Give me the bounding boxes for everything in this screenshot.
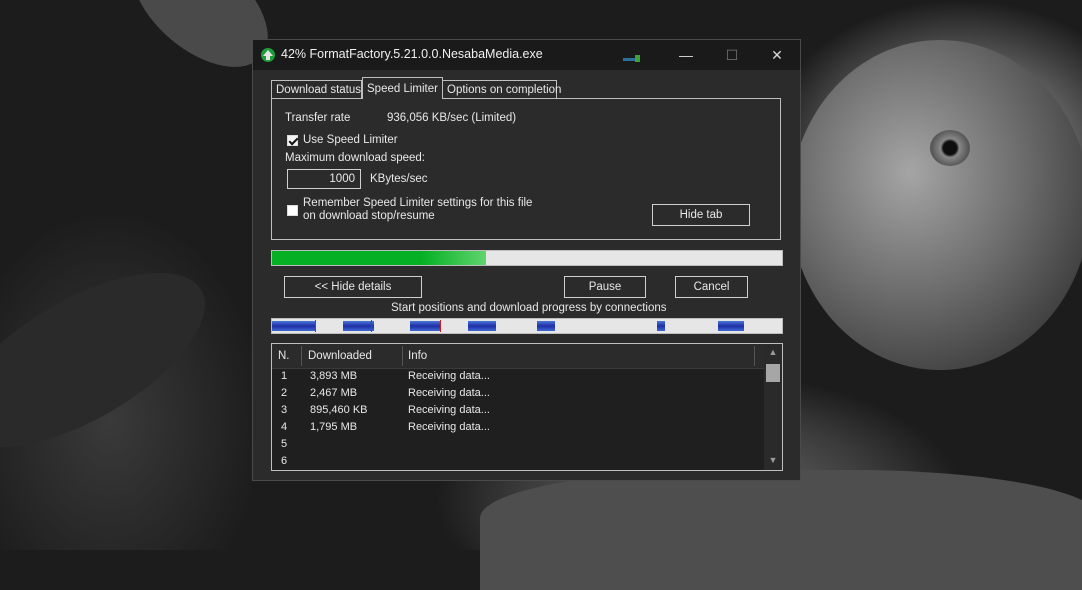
connection-segment (718, 321, 744, 331)
connection-marker (371, 320, 373, 332)
max-speed-label: Maximum download speed: (285, 152, 425, 164)
row-info: Receiving data... (408, 421, 490, 433)
max-speed-unit: KBytes/sec (370, 173, 428, 185)
connections-title: Start positions and download progress by… (391, 302, 667, 314)
tab-download-status[interactable]: Download status (271, 80, 362, 98)
row-number: 4 (281, 421, 288, 433)
row-number: 3 (281, 404, 288, 416)
list-item[interactable]: 1 3,893 MB Receiving data... (272, 369, 764, 386)
row-downloaded: 1,795 MB (310, 421, 358, 433)
list-item[interactable]: 5 (272, 437, 764, 454)
close-button[interactable]: ✕ (754, 40, 800, 70)
tab-speed-limiter[interactable]: Speed Limiter (362, 77, 443, 99)
connection-segment (343, 321, 374, 331)
hide-tab-button[interactable]: Hide tab (652, 204, 750, 226)
progress-indicator-icon-green (635, 55, 640, 62)
remember-settings-checkbox[interactable] (287, 205, 298, 216)
use-speed-limiter-checkbox[interactable] (287, 135, 298, 146)
row-number: 5 (281, 438, 288, 450)
row-info: Receiving data... (408, 387, 490, 399)
list-scrollbar[interactable]: ▲ ▼ (764, 344, 782, 470)
row-info: Receiving data... (408, 370, 490, 382)
column-header-info[interactable]: Info (408, 344, 427, 368)
minimize-button[interactable]: — (663, 40, 709, 70)
list-item[interactable]: 3 895,460 KB Receiving data... (272, 403, 764, 420)
connection-segment (409, 321, 441, 331)
row-info: Receiving data... (408, 404, 490, 416)
connections-progress-bar (271, 318, 783, 334)
speed-limiter-panel: Transfer rate 936,056 KB/sec (Limited) U… (271, 98, 781, 240)
title-bar[interactable]: 42% FormatFactory.5.21.0.0.NesabaMedia.e… (253, 40, 800, 70)
row-downloaded: 3,893 MB (310, 370, 358, 382)
remember-settings-label-line2: on download stop/resume (303, 210, 435, 222)
idm-app-icon (261, 48, 275, 62)
wallpaper-chameleon-eye (930, 130, 970, 166)
list-item[interactable]: 6 (272, 454, 764, 471)
row-number: 2 (281, 387, 288, 399)
maximize-button[interactable]: ☐ (709, 40, 755, 70)
remember-settings-label-line1: Remember Speed Limiter settings for this… (303, 197, 533, 209)
connection-segment (537, 321, 556, 331)
column-separator[interactable] (754, 346, 755, 366)
list-item[interactable]: 4 1,795 MB Receiving data... (272, 420, 764, 437)
transfer-rate-value: 936,056 KB/sec (Limited) (387, 112, 517, 124)
list-item[interactable]: 2 2,467 MB Receiving data... (272, 386, 764, 403)
list-header: N. Downloaded Info (272, 344, 764, 369)
download-window: 42% FormatFactory.5.21.0.0.NesabaMedia.e… (252, 39, 801, 481)
scroll-thumb[interactable] (766, 364, 780, 382)
connection-segment (657, 321, 665, 331)
column-header-downloaded[interactable]: Downloaded (308, 344, 372, 368)
connection-segment (468, 321, 497, 331)
column-separator[interactable] (301, 346, 302, 366)
download-progress-fill (272, 251, 487, 265)
row-number: 6 (281, 455, 288, 467)
wallpaper-branch (480, 470, 1082, 590)
tab-options-on-completion[interactable]: Options on completion (442, 80, 561, 98)
connection-marker (440, 320, 442, 332)
column-header-n[interactable]: N. (278, 344, 290, 368)
scroll-down-icon[interactable]: ▼ (764, 452, 782, 468)
row-downloaded: 895,460 KB (310, 404, 368, 416)
connection-segment (272, 321, 316, 331)
column-separator[interactable] (402, 346, 403, 366)
row-number: 1 (281, 370, 288, 382)
window-title: 42% FormatFactory.5.21.0.0.NesabaMedia.e… (281, 47, 543, 61)
connection-marker (315, 320, 317, 332)
hide-details-button[interactable]: << Hide details (284, 276, 422, 298)
download-progress-bar (271, 250, 783, 266)
use-speed-limiter-label: Use Speed Limiter (303, 134, 398, 146)
connections-list[interactable]: N. Downloaded Info 1 3,893 MB Receiving da… (271, 343, 783, 471)
cancel-button[interactable]: Cancel (675, 276, 748, 298)
wallpaper-leaf (0, 238, 232, 482)
pause-button[interactable]: Pause (564, 276, 646, 298)
max-speed-input[interactable]: 1000 (287, 169, 361, 189)
wallpaper-chameleon-body (790, 40, 1082, 370)
transfer-rate-label: Transfer rate (285, 112, 351, 124)
scroll-up-icon[interactable]: ▲ (764, 344, 782, 360)
row-downloaded: 2,467 MB (310, 387, 358, 399)
